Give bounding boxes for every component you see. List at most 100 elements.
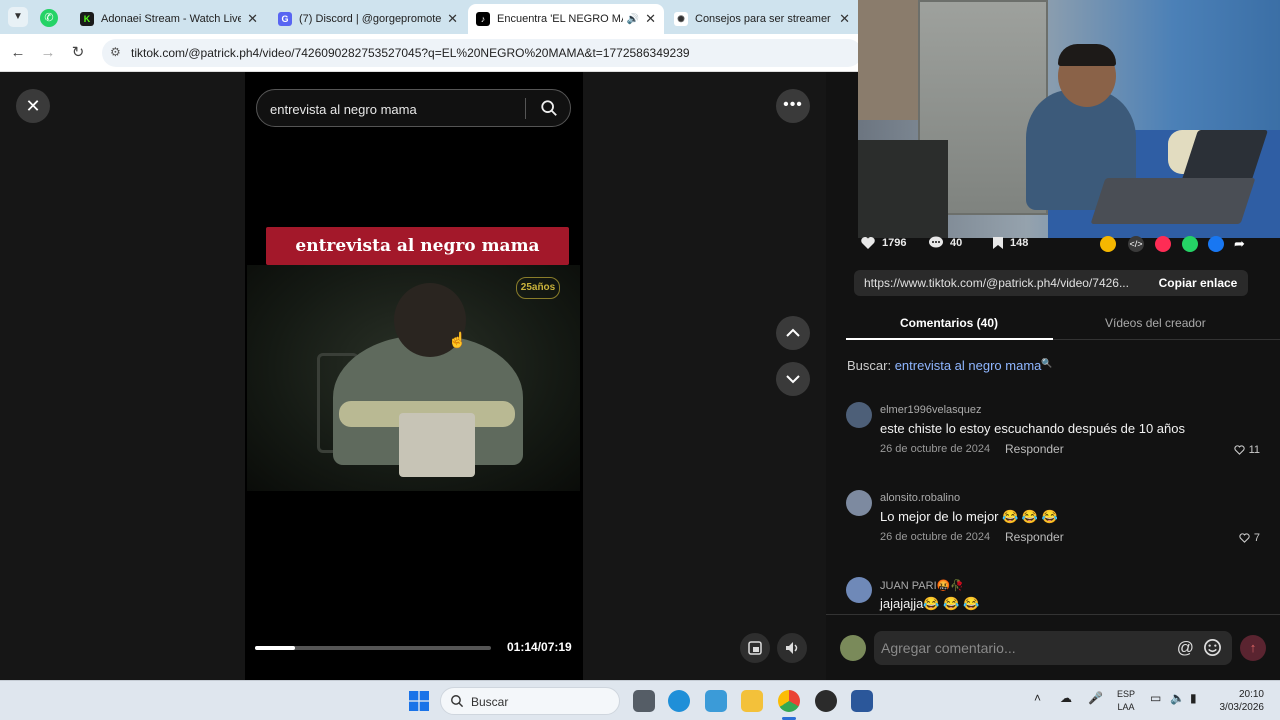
forward-icon[interactable]: →: [38, 43, 58, 63]
comment-like[interactable]: 7: [1239, 532, 1260, 544]
volume-icon[interactable]: 🔈: [1170, 691, 1185, 705]
previous-video-button[interactable]: [776, 316, 810, 350]
share-icon[interactable]: ➦: [1234, 236, 1250, 252]
close-video-button[interactable]: ✕: [16, 89, 50, 123]
like-stat[interactable]: 1796: [860, 236, 906, 250]
task-view-icon[interactable]: [633, 690, 655, 712]
chevron-up-icon[interactable]: ˄: [1034, 691, 1041, 705]
close-tab-icon[interactable]: ✕: [839, 11, 850, 27]
active-tab-indicator: [846, 338, 1053, 340]
close-tab-icon[interactable]: ✕: [447, 11, 458, 27]
tab-label: Consejos para ser streamer: [695, 13, 831, 25]
comment-username[interactable]: JUAN PARI🤬🥀: [880, 579, 964, 592]
video-title-banner: entrevista al negro mama: [266, 227, 569, 265]
related-search-link[interactable]: entrevista al negro mama: [895, 358, 1042, 373]
video-progress-fill: [255, 646, 296, 650]
app-icon[interactable]: [705, 690, 727, 712]
word-icon[interactable]: [851, 690, 873, 712]
site-info-icon[interactable]: ⚙: [110, 45, 121, 59]
tab-tiktok[interactable]: ♪ Encuentra 'EL NEGRO MAM 🔊 ✕: [468, 4, 664, 34]
search-icon[interactable]: [540, 99, 558, 117]
language-indicator[interactable]: ESP LAA: [1117, 688, 1135, 714]
microphone-icon[interactable]: 🎤: [1088, 691, 1103, 705]
browser-tab-strip: ▼ ✆ K Adonaei Stream - Watch Live c ✕ G …: [0, 0, 858, 34]
video-stage: ✕ entrevista al negro mama entrevista al…: [0, 72, 826, 680]
tab-kick[interactable]: K Adonaei Stream - Watch Live c ✕: [72, 4, 266, 34]
chevron-up-icon: [786, 328, 800, 337]
embed-icon[interactable]: </>: [1128, 236, 1144, 252]
search-divider: [525, 98, 526, 119]
add-comment-input[interactable]: Agregar comentario... @: [874, 631, 1232, 665]
volume-button[interactable]: [777, 633, 807, 663]
add-comment-placeholder[interactable]: Agregar comentario...: [881, 640, 1016, 656]
search-icon[interactable]: 🔍: [1041, 358, 1052, 368]
floating-player-button[interactable]: [740, 633, 770, 663]
close-tab-icon[interactable]: ✕: [247, 11, 258, 27]
kick-icon: K: [80, 12, 94, 26]
tab-comments[interactable]: Comentarios (40): [900, 316, 998, 330]
whatsapp-pinned-tab-icon[interactable]: ✆: [40, 9, 58, 27]
emoji-icon[interactable]: [1203, 638, 1222, 657]
tab-search-button[interactable]: ▼: [8, 7, 28, 27]
language-code: ESP: [1117, 689, 1136, 699]
video-progress-bar[interactable]: [255, 646, 491, 650]
save-stat[interactable]: 148: [992, 236, 1028, 250]
send-icon[interactable]: [1155, 236, 1171, 252]
bucket-shape: [399, 413, 475, 477]
video-player[interactable]: entrevista al negro mama entrevista al n…: [245, 72, 583, 680]
pip-icon: [748, 641, 762, 655]
reload-icon[interactable]: ↻: [68, 43, 88, 63]
speaker-icon[interactable]: 🔊: [627, 14, 639, 25]
network-icon[interactable]: ▭: [1150, 691, 1161, 705]
avatar[interactable]: [846, 402, 872, 428]
search-query[interactable]: entrevista al negro mama: [270, 102, 417, 117]
reply-button[interactable]: Responder: [1005, 442, 1064, 456]
obs-icon[interactable]: [815, 690, 837, 712]
next-video-button[interactable]: [776, 362, 810, 396]
webcam-laptop: [1090, 178, 1256, 224]
windows-taskbar: Buscar ˄ ☁ 🎤 ESP LAA ▭ 🔈 ▮ 20:10 3/03/20…: [0, 680, 1280, 720]
post-comment-button[interactable]: ↑: [1240, 635, 1266, 661]
avatar[interactable]: [846, 577, 872, 603]
coin-icon[interactable]: [1100, 236, 1116, 252]
copy-link-button[interactable]: Copiar enlace: [1148, 270, 1248, 296]
facebook-icon[interactable]: [1208, 236, 1224, 252]
search-prefix: Buscar:: [847, 358, 892, 373]
url-text[interactable]: tiktok.com/@patrick.ph4/video/7426090282…: [131, 46, 690, 60]
system-clock[interactable]: 20:10 3/03/2026: [1214, 688, 1265, 714]
comment-text: este chiste lo estoy escuchando después …: [880, 421, 1185, 436]
avatar[interactable]: [846, 490, 872, 516]
tab-discord[interactable]: G (7) Discord | @gorgepromoter ✕: [270, 4, 466, 34]
address-bar[interactable]: ⚙ tiktok.com/@patrick.ph4/video/74260902…: [102, 39, 862, 67]
comment-stat[interactable]: 40: [928, 236, 962, 250]
file-explorer-icon[interactable]: [741, 690, 763, 712]
video-link-field[interactable]: https://www.tiktok.com/@patrick.ph4/vide…: [854, 270, 1148, 296]
panel-tabs: Comentarios (40) Vídeos del creador: [846, 306, 1280, 340]
comment-date: 26 de octubre de 2024: [880, 531, 991, 543]
back-icon[interactable]: ←: [8, 43, 28, 63]
comment-text: jajajajja😂 😂 😂: [880, 596, 980, 611]
cloud-sync-icon[interactable]: ☁: [1060, 691, 1072, 705]
close-tab-icon[interactable]: ✕: [645, 11, 656, 27]
battery-icon[interactable]: ▮: [1190, 691, 1197, 705]
taskbar-search[interactable]: Buscar: [440, 687, 620, 715]
hand-cursor-icon: ☝: [448, 332, 467, 349]
comment-icon: [929, 236, 943, 248]
tab-creator-videos[interactable]: Vídeos del creador: [1105, 316, 1206, 330]
comment-username[interactable]: elmer1996velasquez: [880, 404, 982, 416]
mention-icon[interactable]: @: [1177, 638, 1194, 658]
reply-button[interactable]: Responder: [1005, 530, 1064, 544]
tab-label: Encuentra 'EL NEGRO MAM: [497, 13, 623, 25]
comment-username[interactable]: alonsito.robalino: [880, 492, 960, 504]
video-search-box[interactable]: entrevista al negro mama: [256, 89, 571, 127]
more-options-button[interactable]: •••: [776, 89, 810, 123]
chrome-icon[interactable]: [778, 690, 800, 712]
video-frame[interactable]: 25años ☝: [247, 265, 580, 491]
heart-outline-icon: [1233, 445, 1245, 455]
comment-like[interactable]: 11: [1233, 444, 1260, 456]
whatsapp-icon[interactable]: [1182, 236, 1198, 252]
taskbar-search-label[interactable]: Buscar: [471, 695, 508, 709]
tab-consejos[interactable]: ✺ Consejos para ser streamer ✕: [666, 4, 858, 34]
edge-icon[interactable]: [668, 690, 690, 712]
windows-start-icon[interactable]: [409, 691, 429, 711]
